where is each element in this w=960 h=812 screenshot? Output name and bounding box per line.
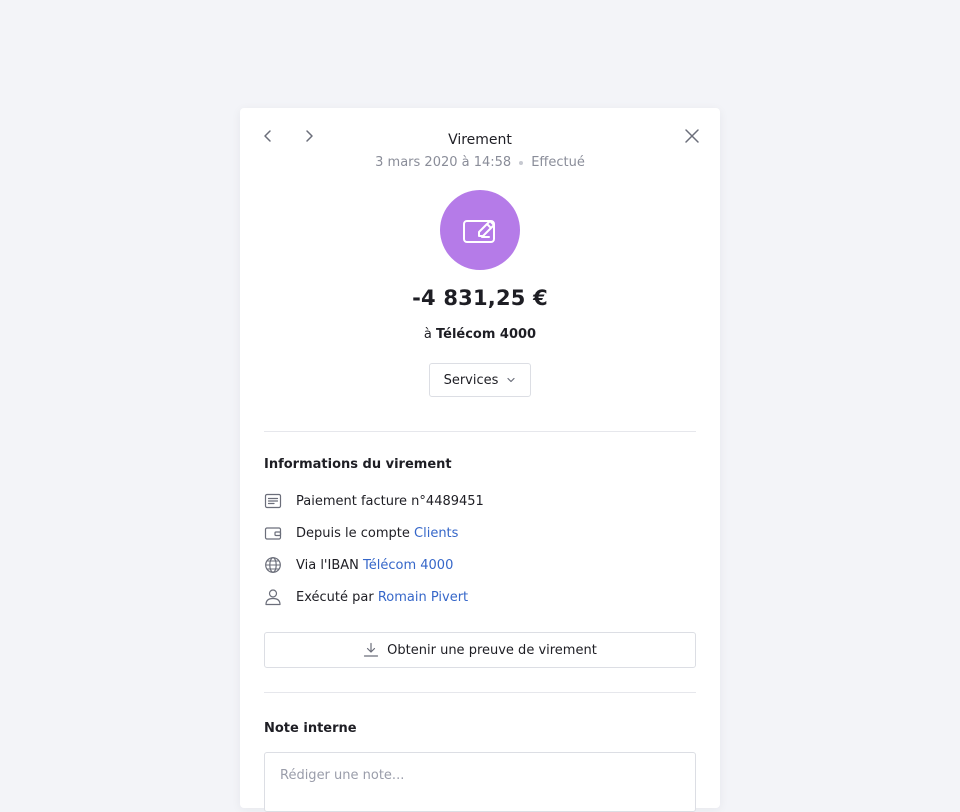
status-label: Effectué	[531, 155, 585, 170]
transaction-type-title: Virement	[448, 132, 512, 148]
divider	[264, 431, 696, 432]
info-executed-row: Exécuté par Romain Pivert	[264, 587, 468, 607]
download-proof-button[interactable]: Obtenir une preuve de virement	[264, 632, 696, 668]
account-prefix: Depuis le compte	[296, 525, 410, 541]
chevron-down-icon	[507, 377, 516, 383]
transaction-amount: -4 831,25 €	[412, 286, 548, 310]
category-selected-label: Services	[443, 372, 499, 388]
globe-icon	[264, 555, 286, 575]
document-icon	[264, 491, 286, 511]
note-section-title: Note interne	[264, 721, 357, 736]
info-reference-row: Paiement facture n°4489451	[264, 491, 484, 511]
internal-note-input[interactable]	[264, 752, 696, 812]
cheque-icon	[463, 220, 495, 243]
payment-reference: Paiement facture n°4489451	[296, 493, 484, 509]
recipient-prefix: à	[423, 327, 432, 342]
iban-link[interactable]: Télécom 4000	[363, 558, 453, 573]
recipient-line: à Télécom 4000	[240, 327, 720, 342]
wallet-icon	[264, 523, 286, 543]
account-link[interactable]: Clients	[414, 526, 458, 541]
executed-prefix: Exécuté par	[296, 589, 374, 605]
category-dropdown[interactable]: Services	[429, 363, 531, 397]
iban-prefix: Via l'IBAN	[296, 557, 359, 573]
user-icon	[264, 587, 286, 607]
info-iban-row: Via l'IBAN Télécom 4000	[264, 555, 453, 575]
info-account-row: Depuis le compte Clients	[264, 523, 458, 543]
transaction-detail-panel: Virement 3 mars 2020 à 14:58 Effectué -4 …	[240, 108, 720, 812]
download-icon	[364, 642, 379, 657]
transaction-meta: 3 mars 2020 à 14:58 Effectué	[240, 155, 720, 170]
info-section-title: Informations du virement	[264, 457, 452, 472]
download-proof-label: Obtenir une preuve de virement	[387, 642, 597, 658]
separator-dot	[519, 160, 524, 165]
executed-by-link[interactable]: Romain Pivert	[378, 590, 468, 605]
transaction-date: 3 mars 2020 à 14:58	[375, 155, 512, 170]
recipient-name: Télécom 4000	[435, 327, 537, 342]
transaction-avatar	[440, 190, 520, 270]
divider	[264, 692, 696, 693]
